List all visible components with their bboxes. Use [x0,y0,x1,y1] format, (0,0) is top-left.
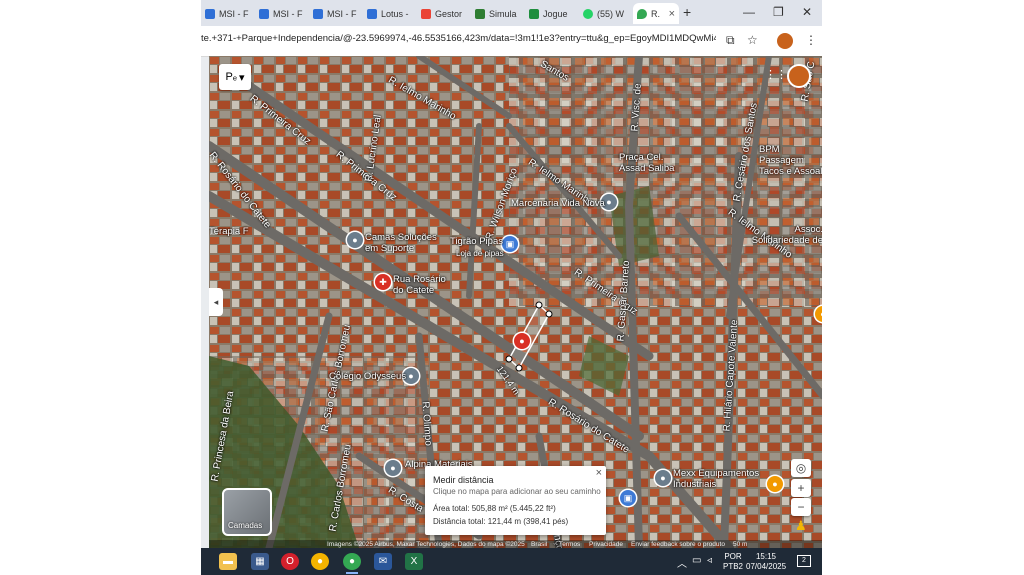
poi-label[interactable]: Mexx Equipamentos Industriais [673,468,763,490]
outlook-icon[interactable]: ✉ [374,553,392,570]
poi-store-icon[interactable]: ▣ [620,490,636,506]
zoom-out-button[interactable]: − [791,498,811,516]
map-mode-selector[interactable]: Pₑ ▾ [219,64,251,90]
poi-sublabel: Loja de pipas [456,249,504,258]
tab-label: Jogue [543,8,568,19]
map-attribution-bar: Imagens ©2025 Airbus, Maxar Technologies… [209,540,822,548]
network-icon[interactable]: ▭ [692,555,701,566]
tab-jogue[interactable]: Jogue [525,3,577,24]
poi-label[interactable]: BPM Passagem Tacos e Assoal [759,144,822,177]
tab-label: MSI - F [327,8,357,19]
total-distance: Distância total: 121,44 m (398,41 pés) [433,517,569,526]
street-marker-icon[interactable]: ✚ [375,274,391,290]
card-subtitle: Clique no mapa para adicionar ao seu cam… [433,487,601,496]
card-title: Medir distância [433,475,494,485]
poi-shop-icon[interactable]: ● [385,460,401,476]
tab-simula[interactable]: Simula [471,3,523,24]
selected-location-pin-icon[interactable]: ● [514,333,530,349]
zoom-in-button[interactable]: + [791,479,811,497]
account-avatar[interactable] [787,64,811,88]
collapse-panel-button[interactable]: ◂ [209,288,223,316]
country-link[interactable]: Brasil [531,541,547,548]
profile-avatar[interactable] [777,33,793,49]
address-bar: te.+371-+Parque+Independencia/@-23.59699… [201,26,822,57]
tab-label: (55) W [597,8,624,19]
poi-label[interactable]: Assoc. Solidariedade de [745,224,822,246]
tab-lotus[interactable]: Lotus - [363,3,415,24]
tab-whatsapp[interactable]: (55) W [579,3,631,24]
msi-favicon-icon [205,8,215,19]
excel-icon[interactable]: X [405,553,423,570]
language-indicator[interactable]: POR PTB2 [723,552,743,572]
poi-shop-icon[interactable]: ● [347,232,363,248]
tab-msi-3[interactable]: MSI - F [309,3,361,24]
close-window-button[interactable]: ✕ [802,5,812,19]
opera-icon[interactable]: O [281,553,299,570]
tab-strip: MSI - F MSI - F MSI - F Lotus - Gestor S… [201,0,822,26]
tab-gestor[interactable]: Gestor [417,3,469,24]
volume-icon[interactable]: ◃ [707,555,712,566]
my-location-button[interactable]: ◎ [791,459,811,477]
poi-store-icon[interactable]: ▣ [502,236,518,252]
poi-label[interactable]: Rua Rosário do Catete [393,274,453,296]
file-explorer-icon[interactable]: ▬ [219,553,237,570]
tab-maps-active[interactable]: R. × [633,3,679,24]
gmail-favicon-icon [421,8,431,19]
poi-label[interactable]: Terapia F [209,226,249,237]
whatsapp-favicon-icon [583,8,593,19]
poi-label[interactable]: Marcenaria Vida Nova [511,198,605,209]
msi-favicon-icon [313,8,323,19]
layers-label: Camadas [228,521,263,530]
chrome-icon[interactable]: ● [343,553,361,574]
dropdown-arrow-icon: ▾ [238,71,245,84]
feedback-link[interactable]: Enviar feedback sobre o produto [631,541,725,548]
tab-label: Lotus - [381,8,409,19]
clock[interactable]: 15:15 07/04/2025 [746,552,786,572]
imagery-credit: Imagens ©2025 Airbus, Maxar Technologies… [327,541,525,548]
calculator-icon[interactable]: ▦ [251,553,269,570]
bookmark-star-icon[interactable]: ☆ [747,33,758,47]
minimize-button[interactable]: — [743,5,755,19]
poi-label[interactable]: Praça Cel. Assad Saliba [619,152,679,174]
layers-button[interactable]: Camadas [222,488,272,536]
close-tab-icon[interactable]: × [669,8,675,20]
mode-label: Pₑ [225,71,237,83]
terms-link[interactable]: Termos [559,541,580,548]
tab-label: MSI - F [273,8,303,19]
maximize-button[interactable]: ❐ [773,5,784,19]
sheet-favicon-icon [475,8,485,19]
tab-label: R. [651,8,660,19]
msi-favicon-icon [259,8,269,19]
maps-favicon-icon [637,8,647,19]
scale-label[interactable]: 50 m [733,541,747,548]
new-tab-button[interactable]: + [683,4,691,20]
measure-distance-card: × Medir distância Clique no mapa para ad… [425,466,606,535]
poi-label[interactable]: Camas Soluções em Suporte [365,232,445,254]
browser-window: MSI - F MSI - F MSI - F Lotus - Gestor S… [201,0,822,575]
apps-grid-icon[interactable]: ⋮⋮ [765,68,787,81]
lotus-favicon-icon [367,8,377,19]
poi-label[interactable]: Colégio Odysseus [329,371,406,382]
tab-label: MSI - F [219,8,249,19]
notification-badge[interactable]: 2 [797,555,811,567]
poi-food-icon[interactable]: ● [767,476,783,492]
install-app-icon[interactable]: ⧉ [726,33,735,48]
close-icon[interactable]: × [596,467,602,479]
tab-label: Gestor [435,8,463,19]
tab-msi-2[interactable]: MSI - F [255,3,307,24]
poi-label[interactable]: Tigrão Pipas [450,236,503,247]
privacy-link[interactable]: Privacidade [589,541,623,548]
poi-shop-icon[interactable]: ● [655,470,671,486]
total-area: Área total: 505,88 m² (5.445,22 ft²) [433,504,556,513]
pegman-icon[interactable]: ♟ [795,518,807,534]
tab-label: Simula [489,8,517,19]
show-hidden-icons-icon[interactable]: ︿ [677,555,687,570]
tab-msi-1[interactable]: MSI - F [201,3,253,24]
taskbar: ▬ ▦ O ● ● ✉ X ︿ ▭ ◃ POR PTB2 15:15 07/04/2… [201,548,822,575]
chrome-canary-icon[interactable]: ● [311,553,329,570]
menu-kebab-icon[interactable]: ⋮ [805,33,817,47]
game-favicon-icon [529,8,539,19]
url-field[interactable]: te.+371-+Parque+Independencia/@-23.59699… [201,33,716,44]
